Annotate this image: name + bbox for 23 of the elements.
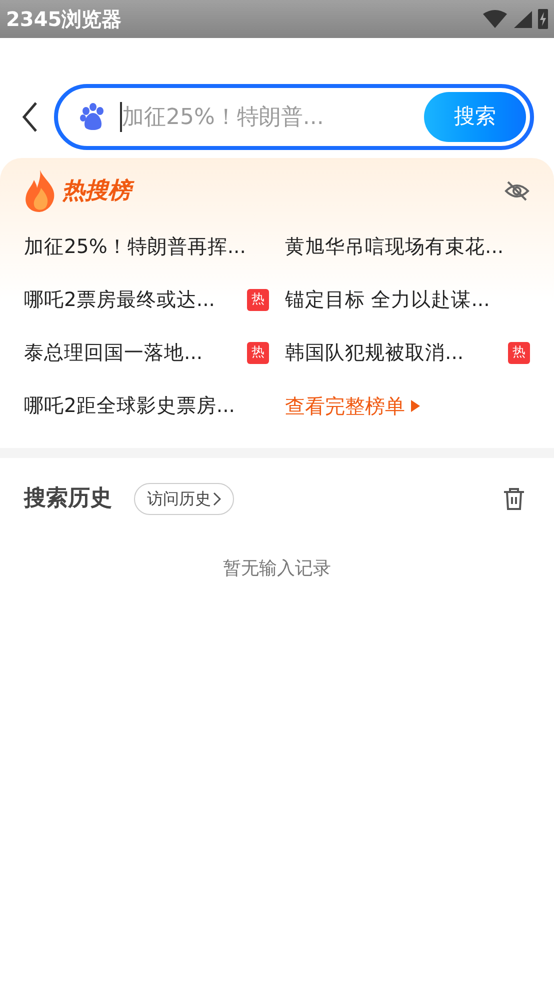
visit-history-button[interactable]: 访问历史 (134, 482, 234, 514)
wifi-icon (482, 9, 508, 29)
hot-search-item[interactable]: 韩国队犯规被取消... (285, 338, 464, 368)
triangle-icon (411, 400, 420, 412)
chevron-right-icon (213, 492, 221, 506)
eye-hidden-icon[interactable] (504, 180, 530, 202)
hot-search-item[interactable]: 哪吒2距全球影史票房... (24, 390, 236, 420)
app-title: 2345浏览器 (6, 6, 122, 33)
history-title: 搜索历史 (24, 485, 112, 513)
hot-search-item[interactable]: 哪吒2票房最终或达... (24, 284, 216, 314)
trash-icon[interactable] (502, 486, 526, 510)
signal-icon (514, 10, 532, 28)
hot-tag: 热 (247, 288, 269, 310)
hot-tag: 热 (508, 342, 530, 364)
empty-history-text: 暂无输入记录 (223, 557, 331, 581)
hot-search-item[interactable]: 黄旭华吊唁现场有束花... (285, 232, 504, 262)
hot-tag: 热 (247, 342, 269, 364)
hot-search-item[interactable]: 锚定目标 全力以赴谋... (285, 284, 490, 314)
back-icon[interactable] (20, 101, 40, 133)
flame-icon (24, 170, 56, 212)
battery-icon (538, 9, 548, 29)
hot-search-item[interactable]: 加征25%！特朗普再挥... (24, 232, 246, 262)
hot-search-item[interactable]: 泰总理回国一落地... (24, 338, 203, 368)
